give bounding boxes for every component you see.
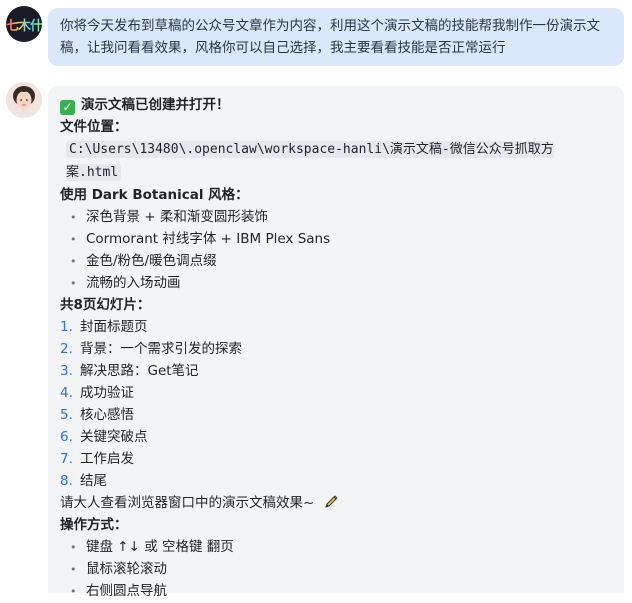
file-path[interactable]: C:\Users\13480\.openclaw\workspace-hanli…: [66, 141, 554, 181]
list-number: 2.: [60, 341, 73, 357]
list-number: 3.: [60, 363, 73, 379]
slide-item: 7. 工作启发: [60, 448, 612, 470]
bullet-icon: •: [70, 255, 77, 268]
user-avatar-logo: 七木什: [6, 15, 42, 34]
list-item: • 深色背景 + 柔和渐变圆形装饰: [60, 206, 612, 228]
user-message-text: 你将今天发布到草稿的公众号文章作为内容，利用这个演示文稿的技能帮我制作一份演示文…: [60, 18, 600, 56]
list-number: 1.: [60, 319, 73, 335]
bullet-icon: •: [70, 585, 77, 598]
list-number: 5.: [60, 407, 73, 423]
created-text: 演示文稿已创建并打开！: [81, 97, 230, 113]
check-icon: ✓: [60, 100, 75, 115]
operations-heading: 操作方式：: [60, 517, 128, 533]
list-item: • 鼠标滚轮滚动: [60, 558, 612, 580]
user-message-bubble: 你将今天发布到草稿的公众号文章作为内容，利用这个演示文稿的技能帮我制作一份演示文…: [48, 8, 624, 66]
view-prompt: 请大人查看浏览器窗口中的演示文稿效果~: [60, 492, 612, 514]
list-item: • 金色/粉色/暖色调点缀: [60, 250, 612, 272]
assistant-portrait-icon: [6, 82, 42, 118]
bullet-icon: •: [70, 541, 77, 554]
slides-heading: 共8页幻灯片：: [60, 297, 151, 313]
list-item: • Cormorant 衬线字体 + IBM Plex Sans: [60, 228, 612, 250]
list-number: 4.: [60, 385, 73, 401]
list-item: • 右侧圆点导航: [60, 580, 612, 602]
list-number: 7.: [60, 451, 73, 467]
bullet-icon: •: [70, 233, 77, 246]
user-avatar: 七木什: [6, 6, 42, 42]
assistant-avatar: [6, 82, 42, 118]
list-number: 6.: [60, 429, 73, 445]
bullet-icon: •: [70, 277, 77, 290]
bullet-icon: •: [70, 563, 77, 576]
slide-item: 3. 解决思路：Get笔记: [60, 360, 612, 382]
pencil-icon: [324, 495, 338, 508]
slide-item: 6. 关键突破点: [60, 426, 612, 448]
list-number: 8.: [60, 473, 73, 489]
list-item: • 键盘 ↑↓ 或 空格键 翻页: [60, 536, 612, 558]
slide-item: 8. 结尾: [60, 470, 612, 492]
list-item: • 流畅的入场动画: [60, 272, 612, 294]
created-status: ✓ 演示文稿已创建并打开！: [60, 94, 612, 116]
assistant-message-bubble: ✓ 演示文稿已创建并打开！ 文件位置： C:\Users\13480\.openc…: [48, 86, 624, 599]
slide-item: 5. 核心感悟: [60, 404, 612, 426]
style-heading: 使用 Dark Botanical 风格：: [60, 187, 249, 203]
bullet-icon: •: [70, 211, 77, 224]
slide-item: 1. 封面标题页: [60, 316, 612, 338]
file-location-label: 文件位置：: [60, 119, 128, 135]
file-path-block: C:\Users\13480\.openclaw\workspace-hanli…: [66, 138, 606, 184]
slide-item: 2. 背景：一个需求引发的探索: [60, 338, 612, 360]
slide-item: 4. 成功验证: [60, 382, 612, 404]
